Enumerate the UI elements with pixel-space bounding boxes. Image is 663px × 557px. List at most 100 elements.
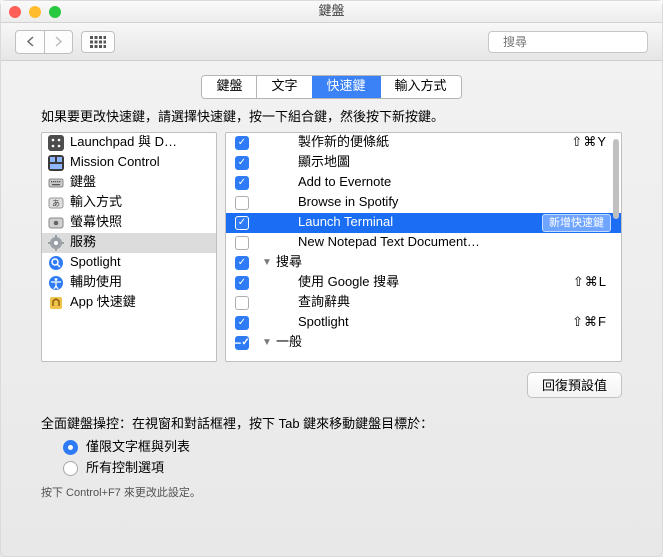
- checkbox[interactable]: [235, 296, 249, 310]
- category-mission-control[interactable]: Mission Control: [42, 153, 216, 173]
- shortcut-row[interactable]: 製作新的便條紙⇧⌘Y: [226, 133, 621, 153]
- scroll-thumb[interactable]: [613, 139, 619, 219]
- shortcut-label: 搜尋: [276, 254, 607, 271]
- toolbar: [1, 23, 662, 61]
- tabs-row: 鍵盤文字快速鍵輸入方式: [1, 61, 662, 109]
- shortcut-label: New Notepad Text Document…: [298, 234, 607, 251]
- tab-0[interactable]: 鍵盤: [202, 76, 256, 98]
- disclosure-triangle-icon[interactable]: ▼: [262, 336, 272, 349]
- keyboard-icon: [48, 175, 64, 191]
- shortcut-label: 一般: [276, 334, 607, 351]
- show-all-button[interactable]: [81, 31, 115, 53]
- launchpad-icon: [48, 135, 64, 151]
- chevron-right-icon: [54, 36, 63, 47]
- add-shortcut-button[interactable]: 新增快速鍵: [542, 214, 611, 232]
- svg-text:あ: あ: [52, 199, 60, 208]
- fka-option-1[interactable]: 所有控制選項: [63, 460, 622, 477]
- forward-button[interactable]: [44, 31, 72, 53]
- window-title: 鍵盤: [1, 3, 662, 20]
- fka-options: 僅限文字框與列表所有控制選項: [41, 433, 622, 477]
- category-label: 輸入方式: [70, 194, 210, 211]
- shortcut-group-row[interactable]: ▼ 搜尋: [226, 253, 621, 273]
- shortcut-label: 查詢辭典: [298, 294, 607, 311]
- shortcut-label: 顯示地圖: [298, 154, 607, 171]
- shortcut-label: Add to Evernote: [298, 174, 607, 191]
- checkbox[interactable]: [235, 256, 249, 270]
- shortcut-row[interactable]: Browse in Spotify: [226, 193, 621, 213]
- fka-option-0[interactable]: 僅限文字框與列表: [63, 439, 622, 456]
- fka-option-label: 僅限文字框與列表: [86, 439, 190, 456]
- checkbox[interactable]: [235, 156, 249, 170]
- category-label: 輔助使用: [70, 274, 210, 291]
- search-input[interactable]: [501, 34, 660, 50]
- shortcut-label: 使用 Google 搜尋: [298, 274, 573, 291]
- shortcuts-split: Launchpad 與 D… Mission Control 鍵盤あ 輸入方式螢幕快照…: [1, 132, 662, 362]
- checkbox[interactable]: [235, 176, 249, 190]
- spotlight-icon: [48, 255, 64, 271]
- checkbox[interactable]: [235, 216, 249, 230]
- tab-group: 鍵盤文字快速鍵輸入方式: [201, 75, 461, 99]
- shortcut-row[interactable]: 使用 Google 搜尋⇧⌘L: [226, 273, 621, 293]
- category-launchpad[interactable]: Launchpad 與 D…: [42, 133, 216, 153]
- checkbox[interactable]: [235, 236, 249, 250]
- scrollbar-vertical[interactable]: [613, 135, 619, 359]
- shortcut-label: Spotlight: [298, 314, 572, 331]
- grid-icon: [90, 36, 106, 48]
- checkbox[interactable]: [235, 316, 249, 330]
- category-label: 鍵盤: [70, 174, 210, 191]
- back-button[interactable]: [16, 31, 44, 53]
- checkbox[interactable]: [235, 196, 249, 210]
- category-keyboard[interactable]: 鍵盤: [42, 173, 216, 193]
- shortcut-row[interactable]: Spotlight⇧⌘F: [226, 313, 621, 333]
- services-icon: [48, 235, 64, 251]
- disclosure-triangle-icon[interactable]: ▼: [262, 256, 272, 269]
- category-label: 螢幕快照: [70, 214, 210, 231]
- category-label: Mission Control: [70, 154, 210, 171]
- shortcut-label: Launch Terminal: [298, 214, 542, 231]
- restore-row: 回復預設值: [1, 362, 662, 398]
- category-input[interactable]: あ 輸入方式: [42, 193, 216, 213]
- shortcut-label: 製作新的便條紙: [298, 134, 571, 151]
- category-list[interactable]: Launchpad 與 D… Mission Control 鍵盤あ 輸入方式螢幕快照…: [41, 132, 217, 362]
- search-field[interactable]: [488, 31, 648, 53]
- fka-option-label: 所有控制選項: [86, 460, 164, 477]
- input-icon: あ: [48, 195, 64, 211]
- checkbox[interactable]: [235, 276, 249, 290]
- category-label: 服務: [70, 234, 210, 251]
- shortcut-row[interactable]: Launch Terminal新增快速鍵: [226, 213, 621, 233]
- full-keyboard-access: 全面鍵盤操控：在視窗和對話框裡，按下 Tab 鍵來移動鍵盤目標於： 僅限文字框與…: [1, 398, 662, 477]
- category-services[interactable]: 服務: [42, 233, 216, 253]
- tab-2[interactable]: 快速鍵: [312, 76, 380, 98]
- shortcut-row[interactable]: Add to Evernote: [226, 173, 621, 193]
- titlebar: 鍵盤: [1, 1, 662, 23]
- tab-3[interactable]: 輸入方式: [380, 76, 461, 98]
- category-accessibility[interactable]: 輔助使用: [42, 273, 216, 293]
- category-label: App 快速鍵: [70, 294, 210, 311]
- category-app-shortcuts[interactable]: App 快速鍵: [42, 293, 216, 313]
- category-label: Spotlight: [70, 254, 210, 271]
- restore-defaults-button[interactable]: 回復預設值: [527, 372, 622, 398]
- shortcut-list[interactable]: 製作新的便條紙⇧⌘Y顯示地圖 Add to Evernote Browse in S…: [225, 132, 622, 362]
- chevron-left-icon: [26, 36, 35, 47]
- screenshot-icon: [48, 215, 64, 231]
- checkbox[interactable]: −: [235, 336, 249, 350]
- category-label: Launchpad 與 D…: [70, 134, 210, 151]
- category-screenshot[interactable]: 螢幕快照: [42, 213, 216, 233]
- fka-label: 全面鍵盤操控：在視窗和對話框裡，按下 Tab 鍵來移動鍵盤目標於：: [41, 416, 622, 433]
- shortcut-row[interactable]: 查詢辭典: [226, 293, 621, 313]
- radio-dot: [63, 440, 78, 455]
- category-spotlight[interactable]: Spotlight: [42, 253, 216, 273]
- shortcut-label: Browse in Spotify: [298, 194, 607, 211]
- mission-control-icon: [48, 155, 64, 171]
- shortcut-group-row[interactable]: −▼ 一般: [226, 333, 621, 353]
- nav-segment: [15, 30, 73, 54]
- shortcut-row[interactable]: New Notepad Text Document…: [226, 233, 621, 253]
- shortcut-row[interactable]: 顯示地圖: [226, 153, 621, 173]
- checkbox[interactable]: [235, 136, 249, 150]
- app-shortcuts-icon: [48, 295, 64, 311]
- fka-hint: 按下 Control+F7 來更改此設定。: [1, 476, 662, 500]
- accessibility-icon: [48, 275, 64, 291]
- tab-1[interactable]: 文字: [256, 76, 311, 98]
- radio-dot: [63, 461, 78, 476]
- instruction-text: 如果要更改快速鍵，請選擇快速鍵，按一下組合鍵，然後按下新按鍵。: [1, 109, 662, 132]
